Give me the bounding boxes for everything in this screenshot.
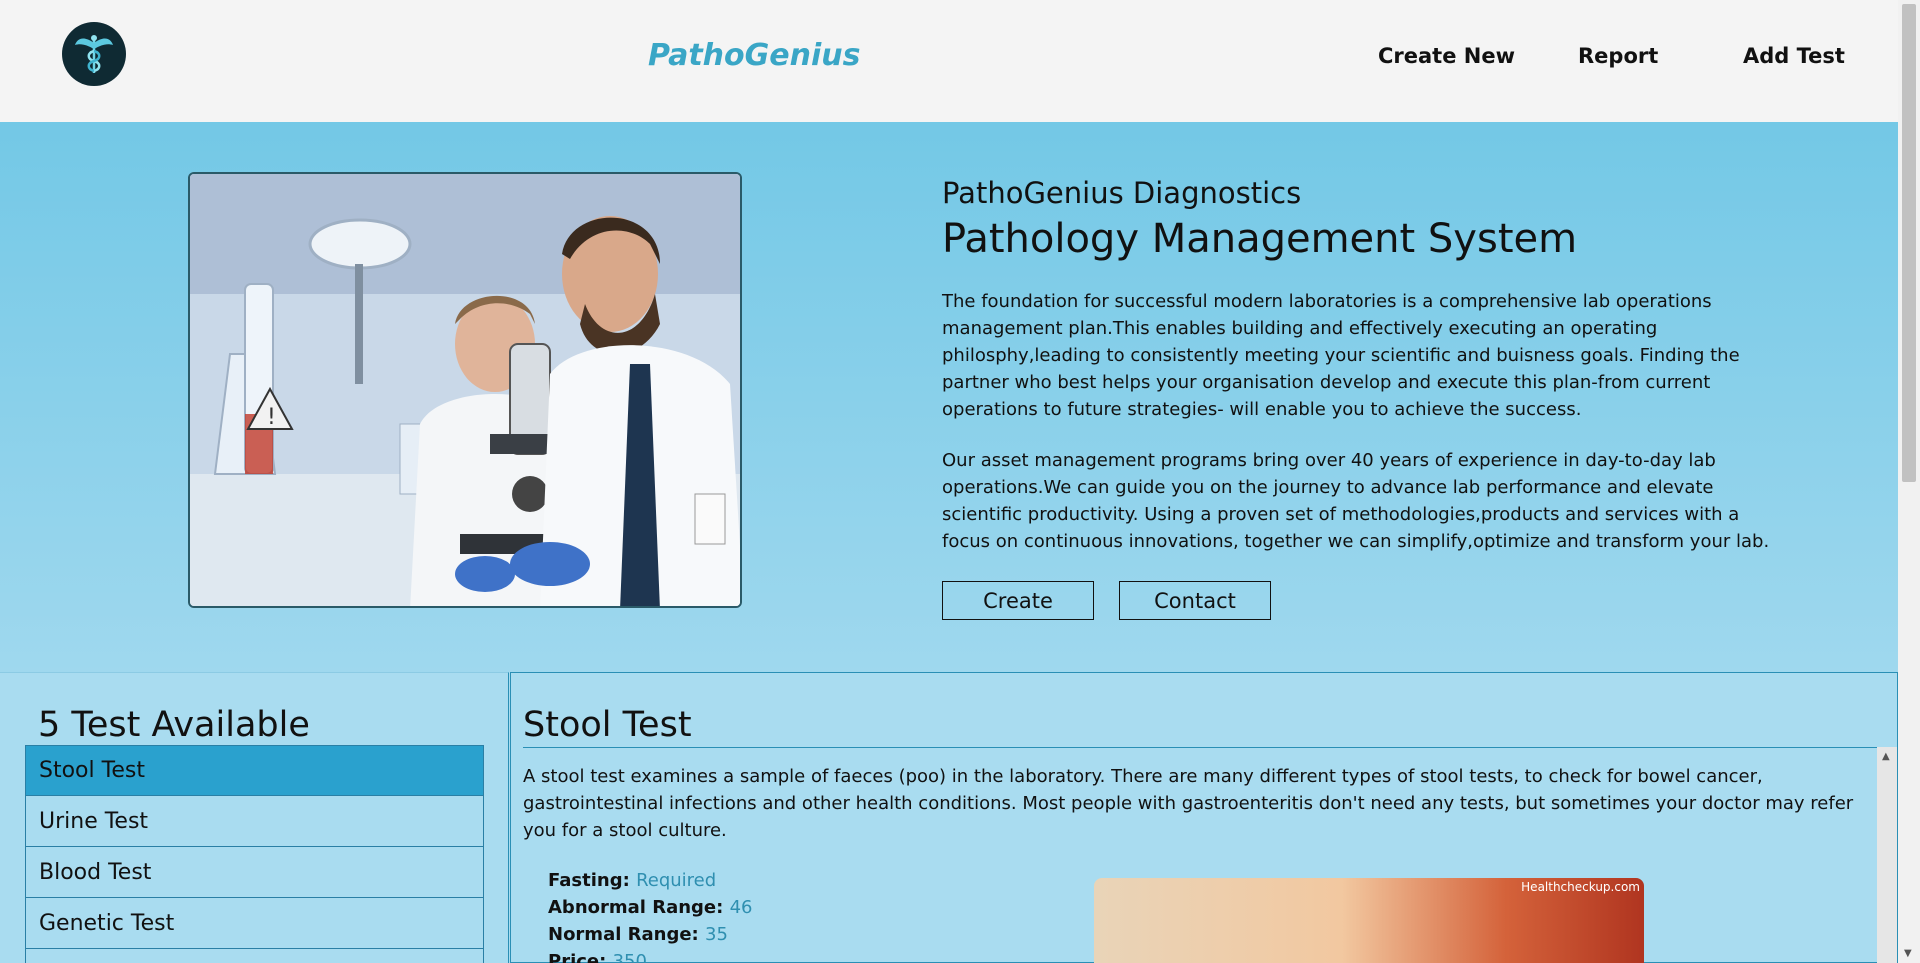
fasting-value: Required	[636, 870, 717, 891]
hero-paragraph-1: The foundation for successful modern lab…	[942, 291, 1740, 420]
test-detail-panel: Stool Test A stool test examines a sampl…	[510, 672, 1898, 963]
hero-title: Pathology Management System	[942, 216, 1578, 262]
contact-button[interactable]: Contact	[1119, 581, 1271, 620]
detail-description: A stool test examines a sample of faeces…	[523, 766, 1854, 841]
test-item-genetic[interactable]: Genetic Test	[25, 898, 484, 949]
caduceus-icon	[75, 35, 113, 73]
lab-scientists-image: !	[188, 172, 742, 608]
test-item-stool[interactable]: Stool Test	[25, 745, 484, 796]
hero-buttons: Create Contact	[942, 581, 1792, 620]
abnormal-range-label: Abnormal Range:	[548, 897, 724, 918]
normal-range-value: 35	[705, 924, 728, 945]
fasting-label: Fasting:	[548, 870, 630, 891]
test-list: Stool Test Urine Test Blood Test Genetic…	[25, 745, 484, 963]
detail-divider	[523, 747, 1888, 748]
scroll-up-arrow-icon[interactable]: ▲	[1882, 751, 1890, 762]
scroll-down-arrow-icon[interactable]: ▼	[1904, 948, 1912, 959]
hero-section: ! PathoGenius Diagnostics Pathology Mana…	[0, 122, 1898, 672]
top-header: PathoGenius Create New Report Add Test	[0, 0, 1898, 122]
detail-title: Stool Test	[523, 705, 692, 745]
test-item-urine[interactable]: Urine Test	[25, 796, 484, 847]
pathogenius-logo[interactable]	[62, 22, 126, 86]
nav-create-new[interactable]: Create New	[1378, 44, 1515, 68]
normal-range-label: Normal Range:	[548, 924, 699, 945]
test-item-partial[interactable]	[25, 949, 484, 963]
svg-text:!: !	[267, 405, 276, 430]
page-scrollbar-thumb[interactable]	[1902, 4, 1916, 482]
nav-add-test[interactable]: Add Test	[1743, 44, 1845, 68]
tests-section: 5 Test Available Stool Test Urine Test B…	[0, 672, 1898, 963]
image-watermark: Healthcheckup.com	[1521, 880, 1640, 894]
nav-report[interactable]: Report	[1578, 44, 1658, 68]
test-item-blood[interactable]: Blood Test	[25, 847, 484, 898]
price-value: 350	[612, 951, 647, 963]
fasting-row: Fasting: Required	[548, 870, 716, 891]
create-button[interactable]: Create	[942, 581, 1094, 620]
page-scrollbar[interactable]: ▼	[1898, 0, 1920, 963]
price-label: Price:	[548, 951, 607, 963]
test-list-panel: 5 Test Available Stool Test Urine Test B…	[0, 672, 509, 963]
abnormal-range-row: Abnormal Range: 46	[548, 897, 753, 918]
hero-text-block: PathoGenius Diagnostics Pathology Manage…	[942, 176, 1792, 620]
hero-subtitle: PathoGenius Diagnostics	[942, 176, 1302, 210]
detail-scrollbar[interactable]: ▲	[1877, 747, 1897, 963]
abnormal-range-value: 46	[729, 897, 753, 918]
normal-range-row: Normal Range: 35	[548, 924, 728, 945]
price-row: Price: 350	[548, 951, 647, 963]
hero-paragraph-2: Our asset management programs bring over…	[942, 450, 1770, 552]
brand-name: PathoGenius	[648, 38, 861, 73]
stool-test-image: Healthcheckup.com	[1094, 878, 1644, 963]
tests-available-heading: 5 Test Available	[38, 705, 310, 745]
